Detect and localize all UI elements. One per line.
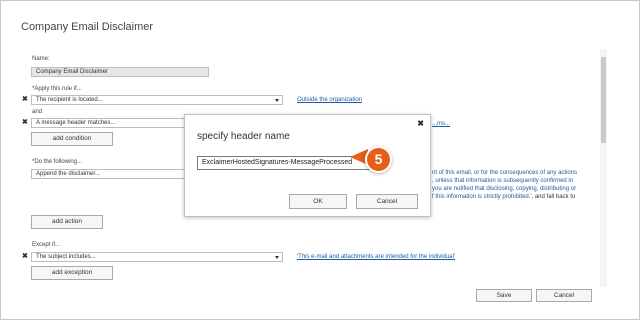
step-callout-badge: 5 <box>365 146 392 173</box>
disclaimer-line: , unless that information is subsequentl… <box>432 178 574 184</box>
disclaimer-line: you are notified that disclosing, copyin… <box>432 186 577 192</box>
and-label: and <box>32 109 43 115</box>
exception-select[interactable]: The subject includes... <box>31 252 283 262</box>
close-icon[interactable]: ✖ <box>22 119 28 127</box>
condition-value-link[interactable]: Outside the organization <box>297 97 362 103</box>
close-icon[interactable]: ✖ <box>22 96 28 104</box>
ok-button[interactable]: OK <box>289 194 347 209</box>
disclaimer-line: nt of this email, or for the consequence… <box>432 170 578 176</box>
exception-value-link[interactable]: 'This e-mail and attachments are intende… <box>297 254 455 260</box>
scrollbar-thumb[interactable] <box>601 57 606 143</box>
window-title: Company Email Disclaimer <box>21 21 154 33</box>
cancel-button[interactable]: Cancel <box>536 289 592 302</box>
specify-header-dialog: ✖ specify header name ExclaimerHostedSig… <box>184 114 431 217</box>
condition-select[interactable]: The recipient is located... <box>31 95 283 105</box>
header-name-input[interactable]: ExclaimerHostedSignatures-MessageProcess… <box>197 156 375 170</box>
add-action-button[interactable]: add action <box>31 215 103 229</box>
disclaimer-text-link[interactable]: nt of this email, or for the consequence… <box>432 169 577 201</box>
rule-editor-window: Company Email Disclaimer Name: Company E… <box>0 0 640 320</box>
do-following-label: *Do the following... <box>32 159 83 165</box>
dialog-cancel-button[interactable]: Cancel <box>356 194 418 209</box>
name-field[interactable]: Company Email Disclaimer <box>31 67 209 77</box>
add-exception-button[interactable]: add exception <box>31 266 113 280</box>
dialog-title: specify header name <box>197 131 290 142</box>
disclaimer-line: f this information is strictly prohibite… <box>432 194 576 200</box>
name-label: Name: <box>32 56 50 62</box>
close-icon[interactable]: ✖ <box>22 253 28 261</box>
save-button[interactable]: Save <box>476 289 532 302</box>
condition-2-value-link[interactable]: ...ms... <box>432 121 450 127</box>
add-condition-button[interactable]: add condition <box>31 132 113 146</box>
apply-rule-label: *Apply this rule if... <box>32 86 82 92</box>
close-icon[interactable]: ✖ <box>417 119 424 128</box>
except-if-label: Except if... <box>32 242 61 248</box>
